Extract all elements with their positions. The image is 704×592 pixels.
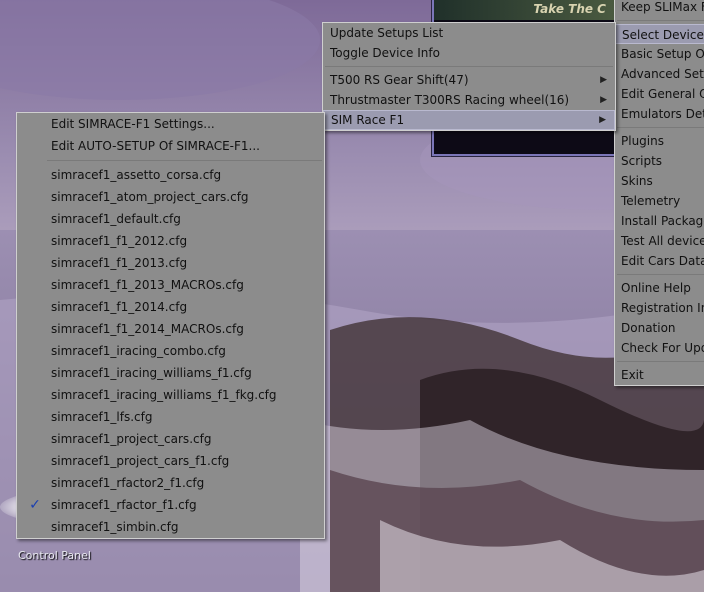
menu-item-label: Plugins — [621, 134, 664, 148]
menu-item-label: simracef1_f1_2012.cfg — [51, 234, 188, 248]
menu-item-label: Thrustmaster T300RS Racing wheel(16) — [330, 93, 570, 107]
menu-item-toggle-device-info[interactable]: Toggle Device Info — [323, 43, 615, 63]
menu-separator — [617, 361, 704, 362]
menu-item-registration-in[interactable]: Registration In — [615, 298, 704, 318]
menu-item-label: Edit Cars Data — [621, 254, 704, 268]
menu-item-simracef1-iracing-williams-f1-cfg[interactable]: simracef1_iracing_williams_f1.cfg — [17, 362, 324, 384]
menu-item-label: simracef1_project_cars.cfg — [51, 432, 212, 446]
menu-item-label: Edit General O — [621, 87, 704, 101]
menu-item-simracef1-f1-2012-cfg[interactable]: simracef1_f1_2012.cfg — [17, 230, 324, 252]
menu-item-label: Scripts — [621, 154, 663, 168]
menu-item-label: Emulators Det — [621, 107, 704, 121]
menu-item-label: Registration In — [621, 301, 704, 315]
menu-item-label: Exit — [621, 368, 644, 382]
menu-item-t500-rs-gear-shift-47[interactable]: T500 RS Gear Shift(47) ▶ — [323, 70, 615, 90]
menu-item-simracef1-f1-2014-cfg[interactable]: simracef1_f1_2014.cfg — [17, 296, 324, 318]
menu-item-test-all-device[interactable]: Test All device — [615, 231, 704, 251]
check-icon: ✓ — [29, 497, 41, 513]
menu-item-label: SIM Race F1 — [331, 113, 405, 127]
menu-item-label: Edit AUTO-SETUP Of SIMRACE-F1... — [51, 139, 260, 153]
menu-item-telemetry[interactable]: Telemetry — [615, 191, 704, 211]
menu-item-simracef1-project-cars-cfg[interactable]: simracef1_project_cars.cfg — [17, 428, 324, 450]
menu-item-label: simracef1_f1_2013_MACROs.cfg — [51, 278, 244, 292]
menu-item-skins[interactable]: Skins — [615, 171, 704, 191]
menu-item-label: Online Help — [621, 281, 691, 295]
menu-item-plugins[interactable]: Plugins — [615, 131, 704, 151]
menu-item-label: simracef1_assetto_corsa.cfg — [51, 168, 222, 182]
menu-item-edit-cars-data[interactable]: Edit Cars Data — [615, 251, 704, 271]
menu-item-emulators-det[interactable]: Emulators Det — [615, 104, 704, 124]
submenu-arrow-icon: ▶ — [599, 115, 606, 125]
menu-item-simracef1-default-cfg[interactable]: simracef1_default.cfg — [17, 208, 324, 230]
menu-item-label: simracef1_f1_2013.cfg — [51, 256, 188, 270]
menu-item-install-package[interactable]: Install Package — [615, 211, 704, 231]
menu-item-label: simracef1_project_cars_f1.cfg — [51, 454, 230, 468]
menu-item-label: Telemetry — [621, 194, 681, 208]
menu-item-label: Check For Upd — [621, 341, 704, 355]
menu-item-label: simracef1_iracing_williams_f1.cfg — [51, 366, 252, 380]
menu-item-label: simracef1_f1_2014_MACROs.cfg — [51, 322, 244, 336]
menu-item-sim-race-f1[interactable]: SIM Race F1 ▶ — [323, 110, 615, 130]
window-banner: Take The C — [434, 0, 614, 20]
menu-item-label: simracef1_default.cfg — [51, 212, 181, 226]
menu-separator — [617, 274, 704, 275]
menu-item-edit-general-o[interactable]: Edit General O — [615, 84, 704, 104]
menu-item-label: Advanced Setu — [621, 67, 704, 81]
menu-item-check-for-upd[interactable]: Check For Upd — [615, 338, 704, 358]
menu-item-label: Edit SIMRACE-F1 Settings... — [51, 117, 215, 131]
menu-item-simracef1-f1-2014-macros-cfg[interactable]: simracef1_f1_2014_MACROs.cfg — [17, 318, 324, 340]
menu-item-label: simracef1_iracing_williams_f1_fkg.cfg — [51, 388, 277, 402]
sim-race-f1-setups-submenu: Edit SIMRACE-F1 Settings... Edit AUTO-SET… — [16, 112, 325, 539]
menu-item-update-setups-list[interactable]: Update Setups List — [323, 23, 615, 43]
menu-item-label: Skins — [621, 174, 653, 188]
menu-item-label: Install Package — [621, 214, 704, 228]
menu-separator — [617, 20, 704, 21]
menu-item-label: simracef1_f1_2014.cfg — [51, 300, 188, 314]
main-context-menu: Keep SLIMax F Select Device Basic Setup Op… — [614, 0, 704, 386]
menu-item-simracef1-simbin-cfg[interactable]: simracef1_simbin.cfg — [17, 516, 324, 538]
menu-item-exit[interactable]: Exit — [615, 365, 704, 385]
menu-item-label: simracef1_atom_project_cars.cfg — [51, 190, 249, 204]
menu-item-label: Test All device — [621, 234, 704, 248]
menu-item-edit-simrace-f1-settings[interactable]: Edit SIMRACE-F1 Settings... — [17, 113, 324, 135]
menu-item-label: T500 RS Gear Shift(47) — [330, 73, 469, 87]
menu-item-simracef1-rfactor2-f1-cfg[interactable]: simracef1_rfactor2_f1.cfg — [17, 472, 324, 494]
menu-item-basic-setup-op[interactable]: Basic Setup Op — [615, 44, 704, 64]
menu-item-label: Donation — [621, 321, 676, 335]
menu-item-label: simracef1_lfs.cfg — [51, 410, 153, 424]
menu-item-label: simracef1_rfactor_f1.cfg — [51, 498, 197, 512]
menu-item-advanced-setu[interactable]: Advanced Setu — [615, 64, 704, 84]
menu-item-keep-slimax-f[interactable]: Keep SLIMax F — [615, 0, 704, 17]
menu-item-simracef1-lfs-cfg[interactable]: simracef1_lfs.cfg — [17, 406, 324, 428]
menu-item-label: Basic Setup Op — [621, 47, 704, 61]
menu-item-label: simracef1_iracing_combo.cfg — [51, 344, 226, 358]
menu-separator — [47, 160, 322, 161]
menu-item-label: Update Setups List — [330, 26, 444, 40]
menu-item-simracef1-iracing-combo-cfg[interactable]: simracef1_iracing_combo.cfg — [17, 340, 324, 362]
menu-separator — [325, 66, 613, 67]
menu-item-simracef1-f1-2013-macros-cfg[interactable]: simracef1_f1_2013_MACROs.cfg — [17, 274, 324, 296]
menu-item-label: simracef1_simbin.cfg — [51, 520, 179, 534]
select-device-submenu: Update Setups List Toggle Device Info T500… — [322, 22, 616, 131]
menu-item-label: simracef1_rfactor2_f1.cfg — [51, 476, 205, 490]
menu-item-select-device[interactable]: Select Device — [615, 24, 704, 44]
menu-item-label: Select Device — [622, 28, 704, 42]
menu-item-label: Toggle Device Info — [330, 46, 440, 60]
menu-item-simracef1-project-cars-f1-cfg[interactable]: simracef1_project_cars_f1.cfg — [17, 450, 324, 472]
menu-item-simracef1-assetto-corsa-cfg[interactable]: simracef1_assetto_corsa.cfg — [17, 164, 324, 186]
menu-item-simracef1-iracing-williams-f1-fkg-cfg[interactable]: simracef1_iracing_williams_f1_fkg.cfg — [17, 384, 324, 406]
submenu-arrow-icon: ▶ — [600, 75, 607, 85]
menu-item-online-help[interactable]: Online Help — [615, 278, 704, 298]
control-panel-icon-label[interactable]: Control Panel — [18, 549, 91, 562]
menu-item-simracef1-f1-2013-cfg[interactable]: simracef1_f1_2013.cfg — [17, 252, 324, 274]
menu-item-thrustmaster-t300rs-racing-wheel-16[interactable]: Thrustmaster T300RS Racing wheel(16) ▶ — [323, 90, 615, 110]
menu-separator — [617, 127, 704, 128]
menu-item-simracef1-rfactor-f1-cfg[interactable]: ✓ simracef1_rfactor_f1.cfg — [17, 494, 324, 516]
menu-item-edit-auto-setup-of-simrace-f1[interactable]: Edit AUTO-SETUP Of SIMRACE-F1... — [17, 135, 324, 157]
menu-item-simracef1-atom-project-cars-cfg[interactable]: simracef1_atom_project_cars.cfg — [17, 186, 324, 208]
submenu-arrow-icon: ▶ — [600, 95, 607, 105]
menu-item-donation[interactable]: Donation — [615, 318, 704, 338]
menu-item-scripts[interactable]: Scripts — [615, 151, 704, 171]
menu-item-label: Keep SLIMax F — [621, 0, 704, 14]
